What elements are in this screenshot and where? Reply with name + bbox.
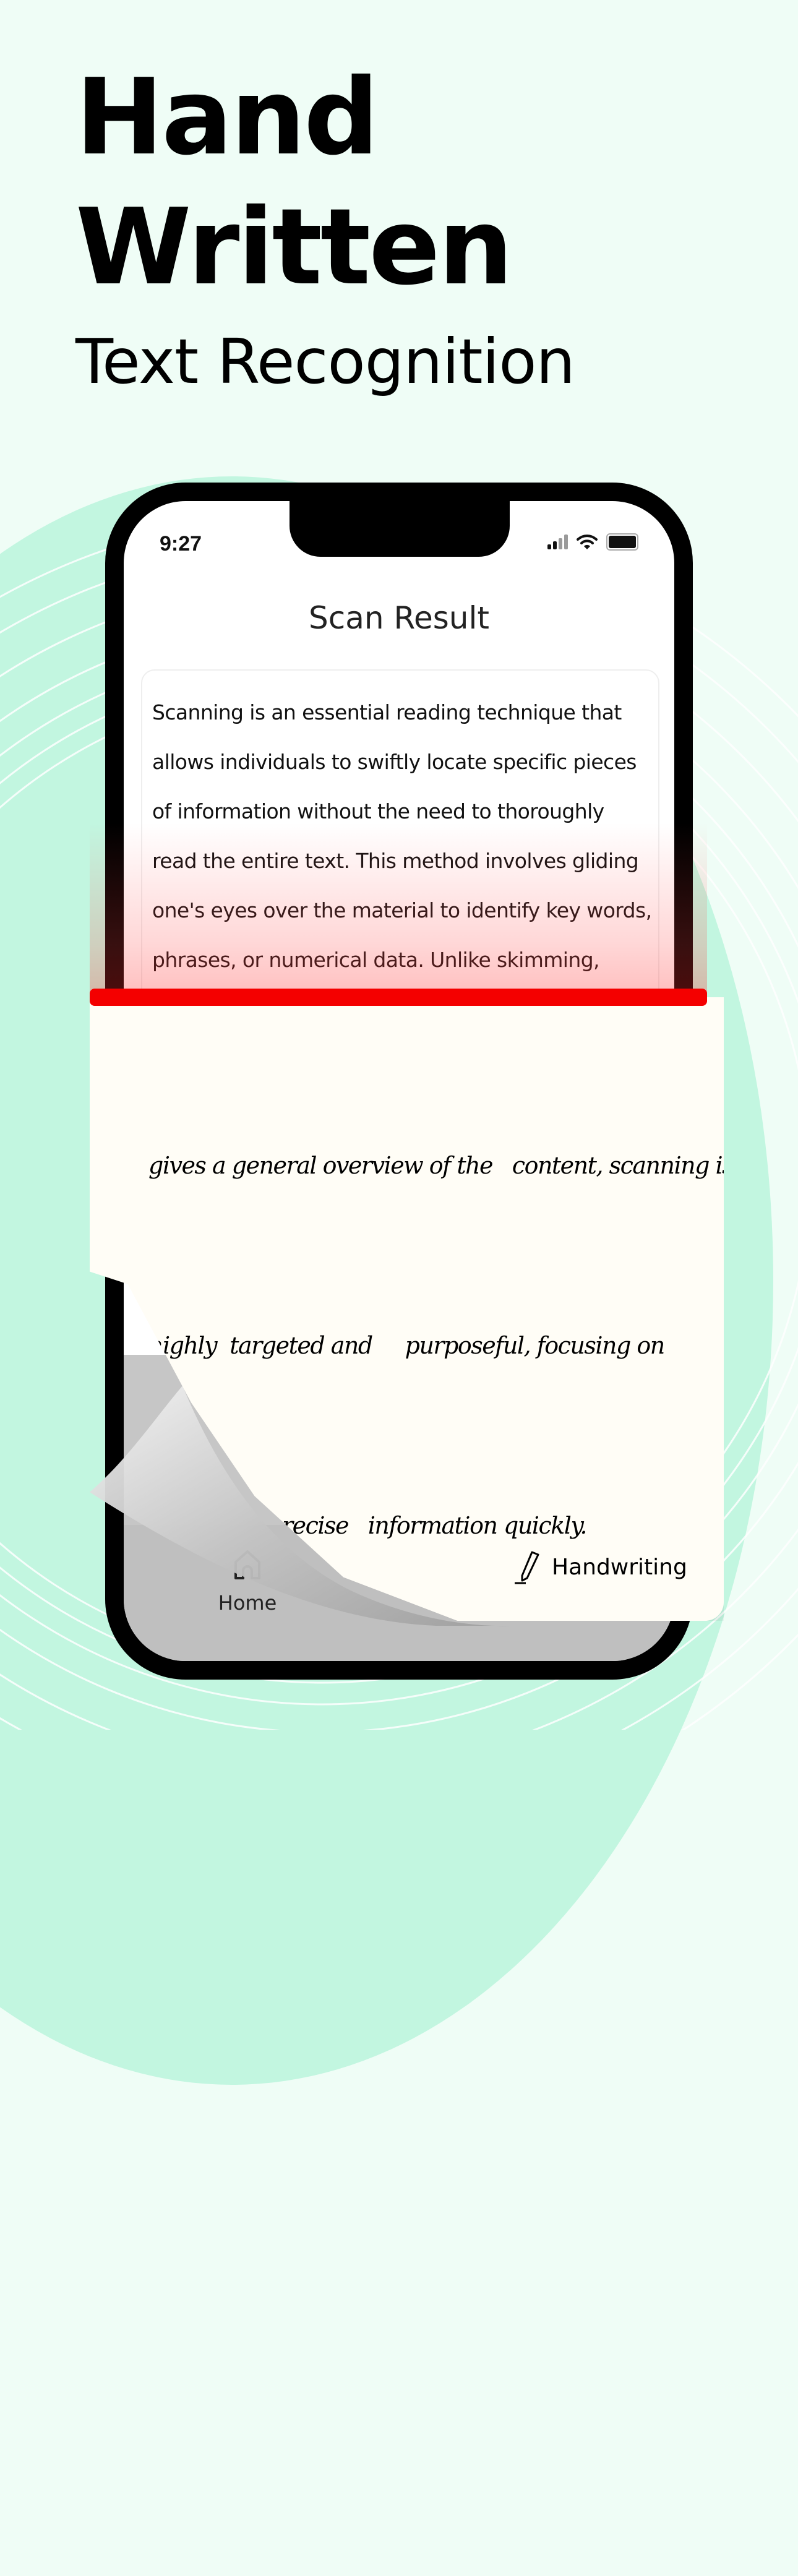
screen-title: Scan Result [309,600,489,636]
signal-icon [547,535,568,549]
pen-icon [515,1551,539,1584]
phone-notch [290,501,510,557]
scan-glow [90,823,707,997]
headline-line-2: Written [75,186,513,309]
status-icons [547,533,638,551]
page-curl [90,1386,510,1626]
status-time: 9:27 [160,532,202,556]
handwriting-mode-tag[interactable]: Handwriting [513,1550,687,1584]
headline-line-1: Hand [75,56,379,179]
handwriting-mode-label: Handwriting [552,1554,687,1580]
scan-text-line: allows individuals to swiftly locate spe… [152,750,637,774]
handwritten-line: textbook or a specific reference \in an … [148,2232,696,2259]
wifi-icon [577,535,598,549]
headline-subtitle: Text Recognition [75,325,575,398]
battery-icon [606,533,638,551]
handwritten-line: e professional world. [148,2412,412,2439]
scan-line [90,989,707,1006]
handwritten-line: gives a general overview of the content,… [148,1152,734,1179]
handwritten-line: highly targeted and purposeful, focusing… [148,1332,665,1359]
scan-text-line: Scanning is an essential reading techniq… [152,700,622,724]
